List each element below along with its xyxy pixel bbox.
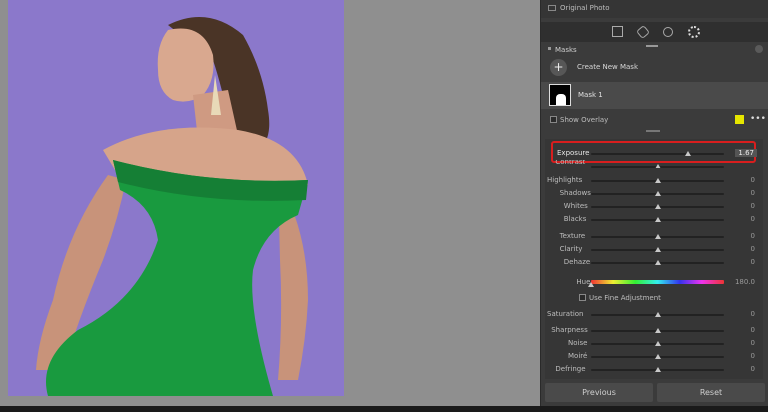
slider-dehaze[interactable]: Dehaze 0 xyxy=(541,256,768,268)
slider-label: Defringe xyxy=(555,365,586,373)
slider-thumb[interactable] xyxy=(654,247,661,252)
slider-thumb[interactable] xyxy=(654,178,661,183)
fine-adjustment-checkbox[interactable] xyxy=(579,294,586,301)
slider-value[interactable]: 0 xyxy=(751,310,755,318)
masks-title: Masks xyxy=(555,46,577,54)
slider-label: Noise xyxy=(568,339,588,347)
slider-track[interactable] xyxy=(591,153,724,155)
slider-defringe[interactable]: Defringe 0 xyxy=(541,363,768,375)
slider-label: Whites xyxy=(563,202,588,210)
slider-value[interactable]: 0 xyxy=(751,258,755,266)
crop-icon[interactable] xyxy=(612,26,623,37)
slider-value[interactable]: 0 xyxy=(751,339,755,347)
slider-shadows[interactable]: Shadows 0 xyxy=(541,187,768,199)
slider-noise[interactable]: Noise 0 xyxy=(541,337,768,349)
slider-saturation[interactable]: Saturation 0 xyxy=(541,308,768,320)
image-icon xyxy=(548,5,556,11)
slider-thumb[interactable] xyxy=(685,151,692,156)
portrait-illustration xyxy=(8,0,344,396)
heal-icon[interactable] xyxy=(635,24,651,40)
slider-blacks[interactable]: Blacks 0 xyxy=(541,213,768,225)
slider-thumb[interactable] xyxy=(654,260,661,265)
show-overlay-label: Show Overlay xyxy=(560,116,609,124)
plus-icon: + xyxy=(550,59,567,76)
slider-sharpness[interactable]: Sharpness 0 xyxy=(541,324,768,336)
slider-label: Texture xyxy=(559,232,586,240)
more-options-icon[interactable]: ••• xyxy=(750,114,766,124)
mask-thumbnail xyxy=(549,84,571,106)
slider-moir[interactable]: Moiré 0 xyxy=(541,350,768,362)
slider-label: Blacks xyxy=(563,215,587,223)
slider-highlights[interactable]: Highlights 0 xyxy=(541,174,768,186)
slider-thumb[interactable] xyxy=(654,204,661,209)
mask-item[interactable]: Mask 1 xyxy=(541,82,768,109)
photo-preview[interactable] xyxy=(8,0,344,396)
slider-clarity[interactable]: Clarity 0 xyxy=(541,243,768,255)
image-canvas[interactable] xyxy=(0,0,540,406)
mask-item-label: Mask 1 xyxy=(578,91,603,99)
original-photo-row[interactable]: Original Photo xyxy=(541,0,768,18)
slider-thumb[interactable] xyxy=(588,282,594,287)
slider-thumb[interactable] xyxy=(654,191,661,196)
slider-label: Highlights xyxy=(547,176,583,184)
slider-label: Exposure xyxy=(557,149,590,157)
create-new-mask-label: Create New Mask xyxy=(577,63,639,71)
previous-button[interactable]: Previous xyxy=(545,383,653,402)
close-icon[interactable] xyxy=(755,45,763,53)
slider-track[interactable] xyxy=(591,280,724,284)
slider-label: Dehaze xyxy=(563,258,591,266)
slider-label: Sharpness xyxy=(551,326,588,334)
show-overlay-checkbox[interactable] xyxy=(550,116,557,123)
slider-exposure[interactable]: Exposure 1.67 xyxy=(541,147,768,159)
slider-thumb[interactable] xyxy=(654,354,661,359)
slider-thumb[interactable] xyxy=(654,328,661,333)
slider-thumb[interactable] xyxy=(654,217,661,222)
slider-value[interactable]: 0 xyxy=(751,245,755,253)
fine-adjustment-row: Use Fine Adjustment xyxy=(541,293,768,303)
develop-panel: Original Photo Masks + Create New Mask M… xyxy=(540,0,768,406)
reset-button[interactable]: Reset xyxy=(657,383,765,402)
slider-hue[interactable]: Hue 180.0 xyxy=(541,276,768,288)
slider-label: Clarity xyxy=(559,245,583,253)
panel-dot-icon xyxy=(548,47,551,50)
slider-value[interactable]: 1.67 xyxy=(735,149,757,157)
slider-value[interactable]: 0 xyxy=(751,365,755,373)
slider-thumb[interactable] xyxy=(654,367,661,372)
slider-value[interactable]: 0 xyxy=(751,232,755,240)
slider-label: Shadows xyxy=(559,189,591,197)
slider-value[interactable]: 0 xyxy=(751,202,755,210)
drag-handle[interactable] xyxy=(646,45,658,47)
slider-value[interactable]: 0 xyxy=(751,215,755,223)
panel-divider[interactable] xyxy=(646,130,660,132)
slider-label: Saturation xyxy=(547,310,584,318)
slider-texture[interactable]: Texture 0 xyxy=(541,230,768,242)
slider-whites[interactable]: Whites 0 xyxy=(541,200,768,212)
slider-thumb[interactable] xyxy=(654,312,661,317)
create-new-mask-button[interactable]: + Create New Mask xyxy=(541,57,768,79)
redeye-icon[interactable] xyxy=(663,27,673,37)
show-overlay-row: Show Overlay ••• xyxy=(541,113,768,127)
original-photo-label: Original Photo xyxy=(560,4,610,12)
slider-value[interactable]: 180.0 xyxy=(735,278,755,286)
slider-value[interactable]: 0 xyxy=(751,352,755,360)
fine-adjustment-label: Use Fine Adjustment xyxy=(589,294,661,302)
tool-strip xyxy=(541,22,768,42)
masking-icon[interactable] xyxy=(688,26,700,38)
slider-value[interactable]: 0 xyxy=(751,326,755,334)
masks-header: Masks xyxy=(541,44,768,56)
slider-thumb[interactable] xyxy=(654,234,661,239)
overlay-color-swatch[interactable] xyxy=(735,115,744,124)
slider-value[interactable]: 0 xyxy=(751,189,755,197)
slider-thumb[interactable] xyxy=(654,341,661,346)
slider-value[interactable]: 0 xyxy=(751,176,755,184)
slider-label: Moiré xyxy=(568,352,588,360)
status-bar xyxy=(0,406,768,412)
